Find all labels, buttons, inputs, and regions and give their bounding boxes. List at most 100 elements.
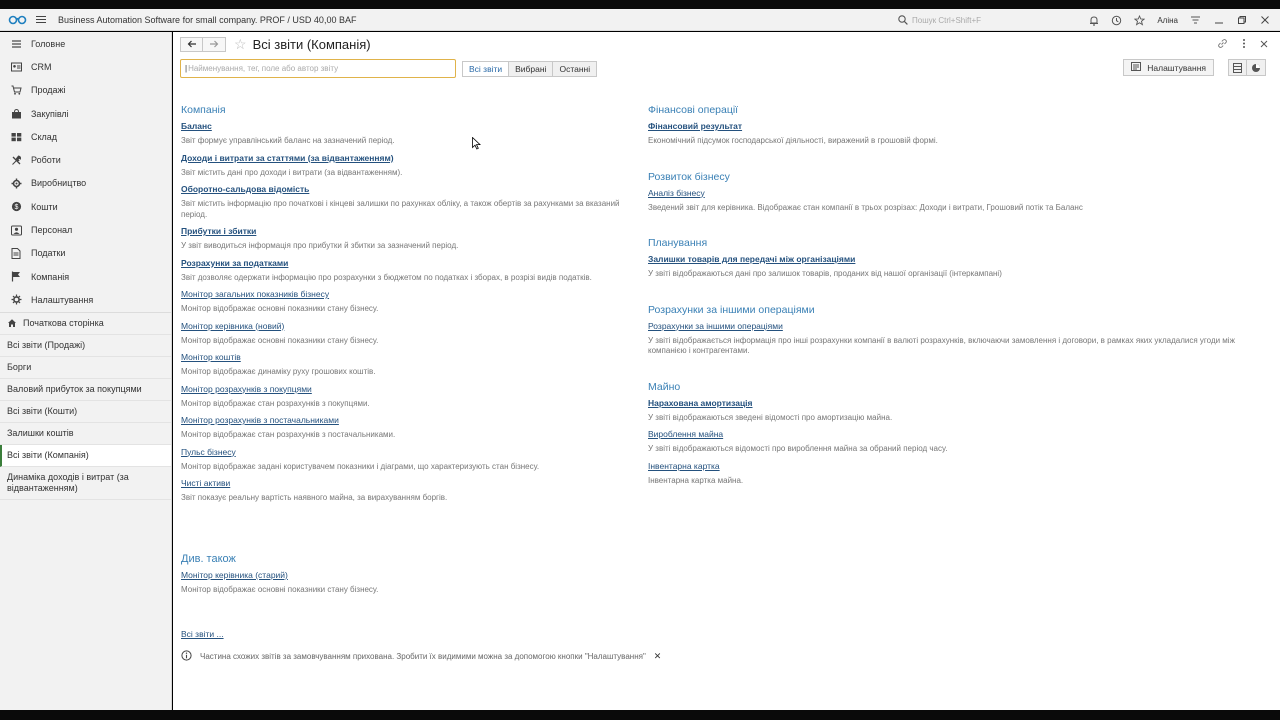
sidebar-section-label: Склад xyxy=(31,131,58,142)
global-search-input[interactable]: Пошук Ctrl+Shift+F xyxy=(898,13,1018,27)
report-link[interactable]: Інвентарна картка xyxy=(648,461,720,471)
open-window-item[interactable]: Залишки коштів xyxy=(0,423,171,445)
sidebar-section-10[interactable]: Компанія xyxy=(0,265,171,288)
report-link[interactable]: Монітор керівника (старий) xyxy=(181,570,288,580)
pie-chart-icon xyxy=(1252,63,1260,72)
report-link[interactable]: Монітор розрахунків з покупцями xyxy=(181,384,312,394)
right-report-column: Фінансові операції Фінансовий результат Ек… xyxy=(648,104,1258,492)
report-link[interactable]: Оборотно-сальдова відомість xyxy=(181,184,309,194)
close-page-icon[interactable] xyxy=(1260,40,1268,50)
report-group-heading: Фінансові операції xyxy=(648,104,739,116)
report-link[interactable]: Монітор загальних показників бізнесу xyxy=(181,289,329,299)
report-link[interactable]: Доходи і витрати за статтями (за відвант… xyxy=(181,153,394,163)
sidebar-section-label: Кошти xyxy=(31,201,58,212)
report-item: Розрахунки за іншими операціями У звіті в… xyxy=(648,321,1258,357)
open-window-item[interactable]: Всі звіти (Продажі) xyxy=(0,335,171,357)
user-name[interactable]: Аліна xyxy=(1157,16,1178,25)
home-page-label: Початкова сторінка xyxy=(23,318,104,329)
sidebar-section-1[interactable]: CRM xyxy=(0,55,171,78)
sidebar-section-2[interactable]: Продажі xyxy=(0,79,171,102)
search-icon xyxy=(898,15,908,25)
report-item: Прибутки і збитки У звіт виводиться інфор… xyxy=(181,226,631,252)
open-window-item[interactable]: Всі звіти (Компанія) xyxy=(0,444,171,467)
sales-icon xyxy=(10,84,22,96)
link-icon[interactable] xyxy=(1217,38,1228,51)
sidebar-section-0[interactable]: Головне xyxy=(0,32,171,55)
main-menu-icon[interactable] xyxy=(36,9,48,31)
see-also-title: Див. також xyxy=(181,553,236,565)
open-window-item[interactable]: Валовий прибуток за покупцями xyxy=(0,379,171,401)
settings-button[interactable]: Налаштування xyxy=(1123,59,1214,76)
arrow-left-icon xyxy=(187,40,196,48)
report-link[interactable]: Вироблення майна xyxy=(648,429,723,439)
open-window-item[interactable]: Всі звіти (Кошти) xyxy=(0,401,171,423)
report-link[interactable]: Монітор керівника (новий) xyxy=(181,321,284,331)
sidebar-section-label: Закупівлі xyxy=(31,108,69,119)
forward-button[interactable] xyxy=(203,36,226,52)
open-window-item[interactable]: Борги xyxy=(0,357,171,379)
favorites-star-icon[interactable] xyxy=(1134,14,1146,26)
bell-icon[interactable] xyxy=(1088,15,1099,26)
report-item: Фінансовий результат Економічний підсумок… xyxy=(648,121,1258,147)
list-view-button[interactable] xyxy=(1228,59,1247,76)
report-link[interactable]: Монітор розрахунків з постачальниками xyxy=(181,415,339,425)
search-placeholder: Пошук Ctrl+Shift+F xyxy=(912,15,982,25)
filter-all-reports-button[interactable]: Всі звіти xyxy=(462,60,510,77)
restore-icon[interactable] xyxy=(1236,15,1247,26)
report-link[interactable]: Нарахована амортизація xyxy=(648,398,753,408)
report-link[interactable]: Монітор коштів xyxy=(181,352,241,362)
report-item: Монітор загальних показників бізнесу Моні… xyxy=(181,289,631,315)
report-description: Зведений звіт для керівника. Відображає … xyxy=(648,202,1083,212)
open-window-item[interactable]: Динаміка доходів і витрат (за відвантаже… xyxy=(0,467,171,500)
report-group-heading: Розрахунки за іншими операціями xyxy=(648,303,815,316)
report-item: Монітор керівника (старий) Монітор відоб… xyxy=(181,570,378,596)
report-search-input[interactable]: | Найменування, тег, поле або автор звіту xyxy=(180,59,456,78)
report-link[interactable]: Баланс xyxy=(181,121,212,131)
report-group-heading: Планування xyxy=(648,237,708,249)
filter-recent-button[interactable]: Останні xyxy=(553,60,598,77)
report-link[interactable]: Аналіз бізнесу xyxy=(648,188,705,198)
report-link[interactable]: Розрахунки за іншими операціями xyxy=(648,321,783,331)
more-options-icon[interactable] xyxy=(1242,38,1246,51)
report-item: Монітор розрахунків з покупцями Монітор в… xyxy=(181,384,631,410)
app-title: Business Automation Software for small c… xyxy=(58,14,357,25)
app-logo-icon[interactable] xyxy=(8,9,32,31)
list-view-icon xyxy=(1233,62,1242,73)
sidebar-section-4[interactable]: Склад xyxy=(0,125,171,148)
person-icon xyxy=(10,224,22,236)
back-button[interactable] xyxy=(180,36,203,52)
sidebar-section-9[interactable]: Податки xyxy=(0,242,171,265)
sidebar-section-5[interactable]: Роботи xyxy=(0,148,171,171)
report-link[interactable]: Залишки товарів для передачі між організ… xyxy=(648,254,855,264)
sidebar-section-7[interactable]: $ Кошти xyxy=(0,195,171,218)
main-content: ☆ Всі звіти (Компанія) | Найменування, те… xyxy=(173,32,1280,710)
dismiss-info-close-icon[interactable]: ✕ xyxy=(654,651,662,662)
add-to-favorites-star-icon[interactable]: ☆ xyxy=(234,36,247,53)
left-report-column: Компанія Баланс Звіт формує управлінський … xyxy=(181,104,631,510)
report-description: Монітор відображає стан розрахунків з по… xyxy=(181,430,396,439)
report-description: Економічний підсумок господарської діяль… xyxy=(648,136,938,145)
report-link[interactable]: Прибутки і збитки xyxy=(181,226,256,236)
sidebar-section-8[interactable]: Персонал xyxy=(0,218,171,241)
minimize-icon[interactable] xyxy=(1213,15,1224,26)
history-icon[interactable] xyxy=(1111,15,1122,26)
report-description: У звіті відображаються відомості про вир… xyxy=(648,444,948,453)
settings-menu-icon[interactable] xyxy=(1190,15,1201,26)
report-link[interactable]: Фінансовий результат xyxy=(648,121,742,131)
sidebar-section-6[interactable]: Виробництво xyxy=(0,172,171,195)
close-window-icon[interactable] xyxy=(1259,15,1270,26)
chart-view-button[interactable] xyxy=(1247,59,1266,76)
sidebar-section-3[interactable]: Закупівлі xyxy=(0,102,171,125)
filter-favorites-button[interactable]: Вибрані xyxy=(509,60,554,77)
home-page-item[interactable]: Початкова сторінка xyxy=(0,313,171,335)
sidebar-section-11[interactable]: Налаштування xyxy=(0,288,171,311)
report-link[interactable]: Пульс бізнесу xyxy=(181,447,236,457)
title-bar: Business Automation Software for small c… xyxy=(0,9,1280,31)
report-link[interactable]: Чисті активи xyxy=(181,478,230,488)
report-link[interactable]: Розрахунки за податками xyxy=(181,258,288,268)
tax-icon xyxy=(10,247,22,259)
report-search-placeholder: Найменування, тег, поле або автор звіту xyxy=(188,64,339,73)
all-reports-link[interactable]: Всі звіти ... xyxy=(181,629,224,639)
report-description: Монітор відображає основні показники ста… xyxy=(181,585,379,594)
page-title: Всі звіти (Компанія) xyxy=(252,36,371,52)
